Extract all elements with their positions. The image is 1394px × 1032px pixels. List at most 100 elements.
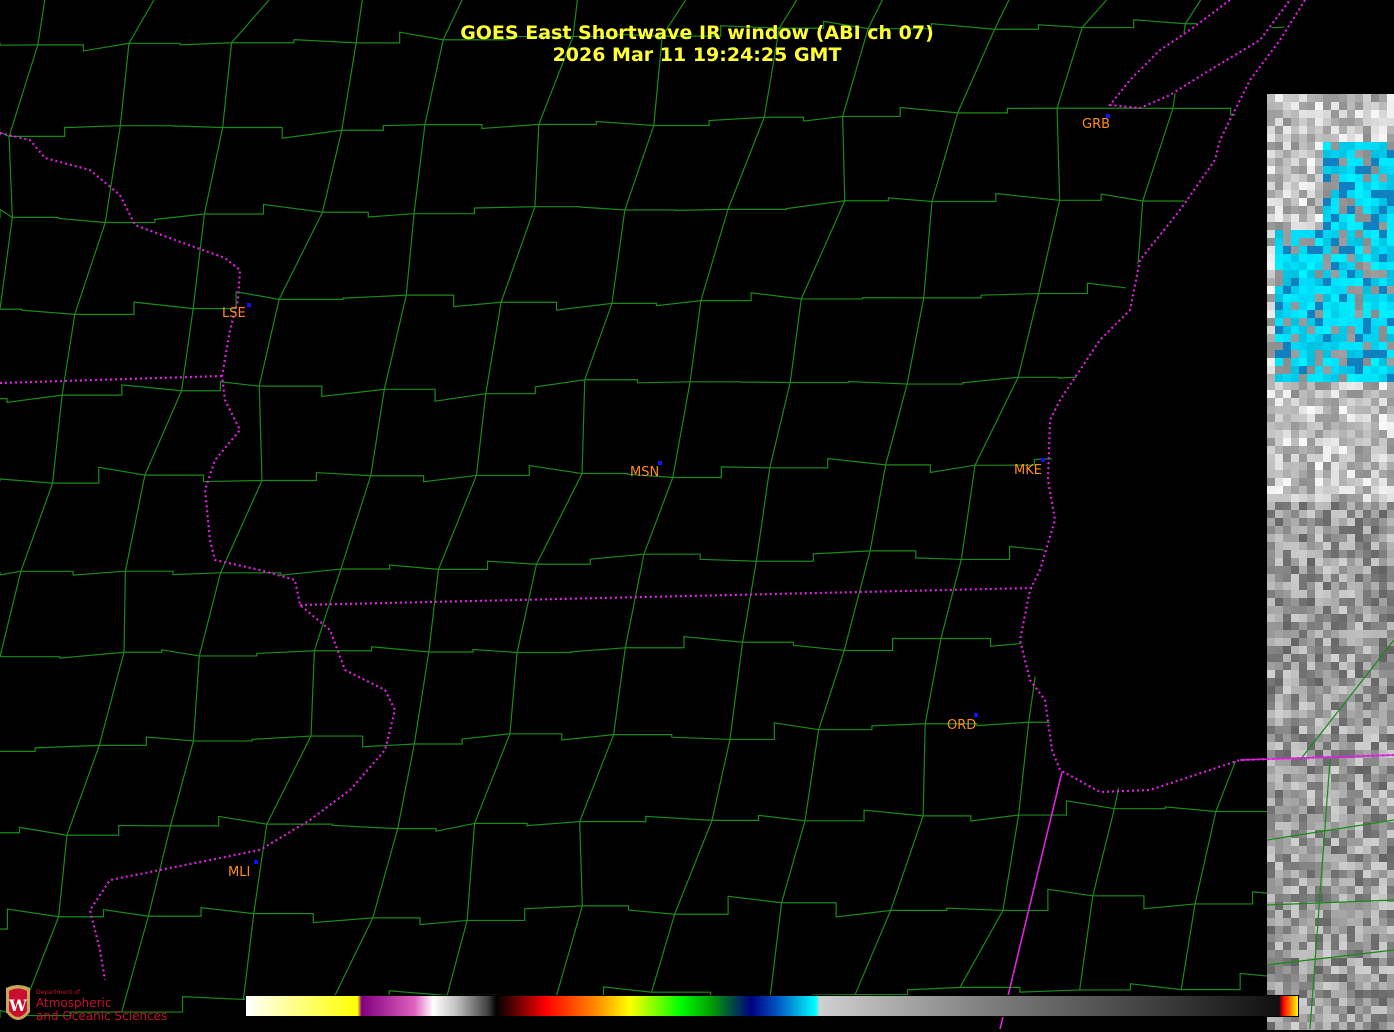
imagery-pixel [1355, 230, 1363, 238]
imagery-pixel [1347, 158, 1355, 166]
county-line [311, 651, 314, 736]
imagery-pixel [1379, 158, 1387, 166]
imagery-pixel [1331, 406, 1339, 414]
imagery-pixel [1355, 510, 1363, 518]
imagery-pixel [1371, 422, 1379, 430]
imagery-pixel [1379, 694, 1387, 702]
imagery-pixel [1347, 286, 1355, 294]
county-line [99, 652, 124, 745]
county-line [171, 816, 267, 826]
imagery-pixel [1339, 910, 1347, 918]
imagery-pixel [1267, 966, 1275, 974]
imagery-pixel [1283, 894, 1291, 902]
imagery-pixel [1339, 766, 1347, 774]
imagery-pixel [1315, 854, 1323, 862]
imagery-pixel [1291, 630, 1299, 638]
imagery-pixel [1315, 670, 1323, 678]
imagery-pixel [1363, 454, 1371, 462]
imagery-pixel [1371, 814, 1379, 822]
imagery-pixel [1275, 598, 1283, 606]
imagery-pixel [1315, 614, 1323, 622]
imagery-pixel [1283, 862, 1291, 870]
imagery-pixel [1267, 782, 1275, 790]
imagery-pixel [1275, 566, 1283, 574]
imagery-pixel [1379, 142, 1387, 150]
imagery-pixel [1283, 446, 1291, 454]
imagery-pixel [1355, 478, 1363, 486]
imagery-pixel [1267, 382, 1275, 390]
imagery-pixel [1315, 206, 1323, 214]
imagery-pixel [1363, 886, 1371, 894]
imagery-pixel [1363, 862, 1371, 870]
imagery-pixel [1347, 774, 1355, 782]
imagery-pixel [1331, 470, 1339, 478]
imagery-pixel [1355, 758, 1363, 766]
imagery-pixel [1275, 446, 1283, 454]
imagery-pixel [1299, 318, 1307, 326]
imagery-pixel [1387, 838, 1394, 846]
imagery-pixel [1339, 558, 1347, 566]
imagery-pixel [1315, 478, 1323, 486]
imagery-pixel [1315, 246, 1323, 254]
imagery-pixel [1267, 550, 1275, 558]
imagery-pixel [1331, 238, 1339, 246]
imagery-pixel [1283, 526, 1291, 534]
imagery-pixel [1347, 262, 1355, 270]
imagery-pixel [1331, 582, 1339, 590]
county-line [221, 481, 262, 573]
county-line [254, 824, 267, 913]
imagery-pixel [1315, 782, 1323, 790]
imagery-pixel [1355, 694, 1363, 702]
svg-text:W: W [8, 996, 28, 1015]
imagery-pixel [1283, 686, 1291, 694]
imagery-pixel [1331, 742, 1339, 750]
county-line [756, 551, 870, 561]
imagery-pixel [1387, 926, 1394, 934]
imagery-pixel [1299, 790, 1307, 798]
imagery-pixel [1387, 678, 1394, 686]
county-line [105, 126, 120, 223]
imagery-pixel [1283, 1022, 1291, 1030]
imagery-pixel [1347, 622, 1355, 630]
imagery-pixel [1291, 678, 1299, 686]
imagery-pixel [1387, 246, 1394, 254]
imagery-pixel [1379, 294, 1387, 302]
imagery-pixel [1347, 102, 1355, 110]
imagery-pixel [1363, 206, 1371, 214]
county-line [0, 209, 12, 218]
imagery-pixel [1363, 558, 1371, 566]
imagery-pixel [1307, 638, 1315, 646]
county-line [0, 571, 21, 656]
imagery-pixel [1387, 534, 1394, 542]
imagery-pixel [1283, 134, 1291, 142]
imagery-pixel [1371, 246, 1379, 254]
imagery-pixel [1323, 398, 1331, 406]
imagery-pixel [1307, 566, 1315, 574]
imagery-pixel [1379, 534, 1387, 542]
imagery-pixel [1283, 414, 1291, 422]
county-line [193, 736, 311, 741]
imagery-pixel [1307, 526, 1315, 534]
imagery-pixel [1371, 550, 1379, 558]
imagery-pixel [1371, 278, 1379, 286]
imagery-pixel [1331, 230, 1339, 238]
imagery-pixel [1283, 822, 1291, 830]
imagery-pixel [1299, 766, 1307, 774]
imagery-pixel [1339, 142, 1347, 150]
imagery-pixel [1323, 142, 1331, 150]
imagery-pixel [1267, 318, 1275, 326]
imagery-pixel [1331, 990, 1339, 998]
imagery-pixel [1283, 366, 1291, 374]
imagery-pixel [1315, 974, 1323, 982]
imagery-pixel [1315, 598, 1323, 606]
county-line [21, 483, 53, 571]
imagery-pixel [1387, 286, 1394, 294]
imagery-pixel [1371, 102, 1379, 110]
imagery-pixel [1283, 430, 1291, 438]
imagery-pixel [1331, 1022, 1339, 1030]
county-line [924, 201, 932, 297]
imagery-pixel [1355, 854, 1363, 862]
imagery-pixel [1339, 806, 1347, 814]
imagery-pixel [1379, 774, 1387, 782]
imagery-pixel [1307, 910, 1315, 918]
